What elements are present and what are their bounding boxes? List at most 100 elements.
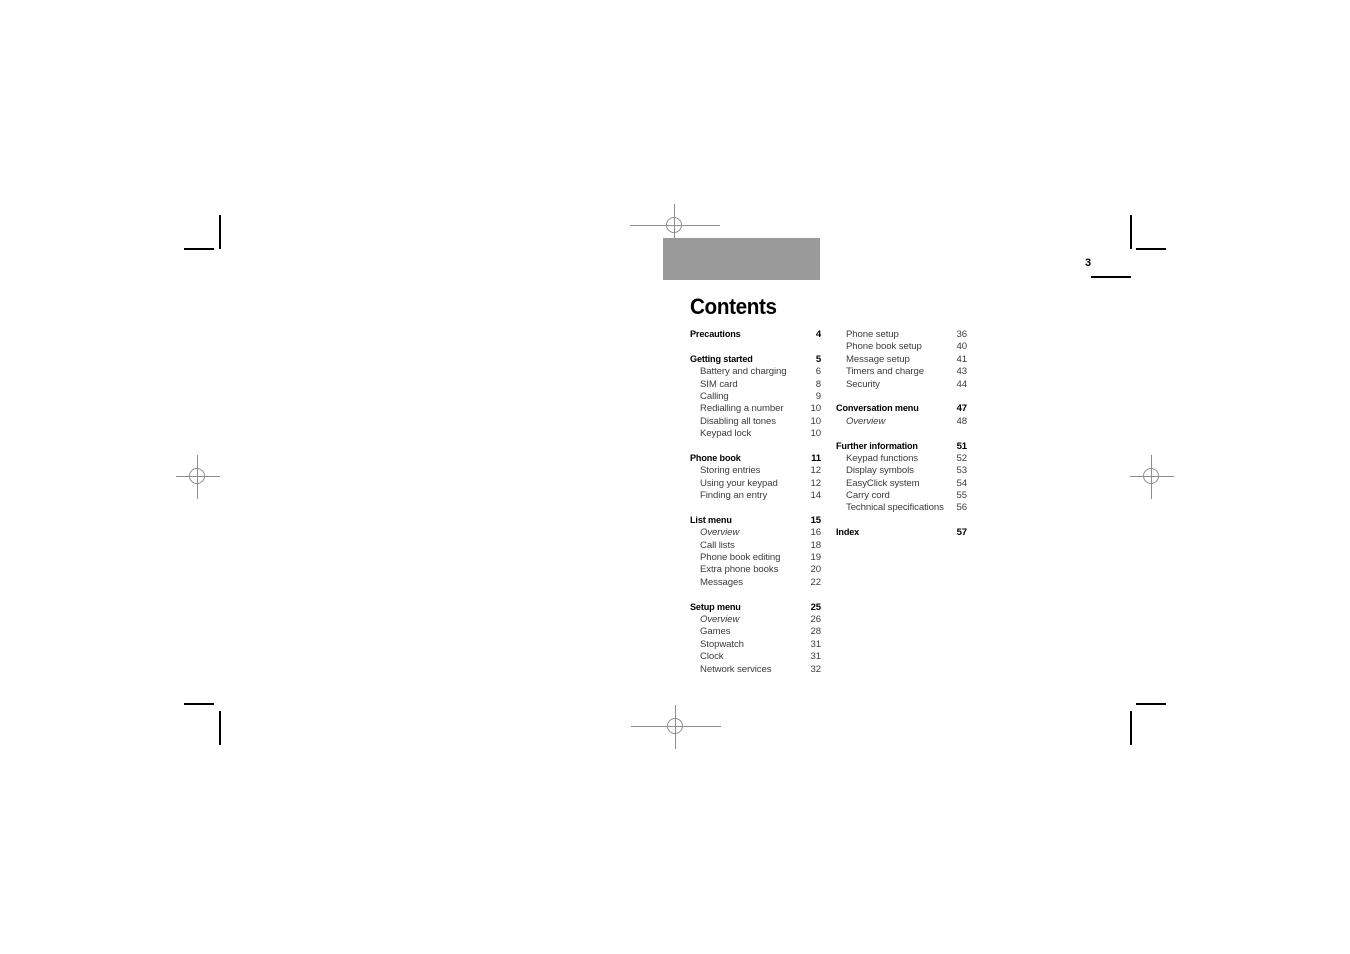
toc-entry-label: Redialling a number	[700, 403, 784, 415]
toc-entry-page-number: 31	[810, 638, 822, 650]
crop-mark-bottom-left-horizontal	[184, 703, 214, 705]
toc-entry-label: Message setup	[846, 353, 910, 365]
crop-mark-top-right-horizontal	[1136, 248, 1166, 250]
crop-mark-top-left-vertical	[219, 215, 221, 249]
toc-column-left: Precautions 4 Getting started 5 Battery and …	[690, 329, 821, 676]
toc-entry-label: Overview	[846, 415, 886, 427]
toc-spacer	[690, 441, 821, 453]
toc-entry-page-number: 53	[956, 465, 968, 477]
toc-entry-page-number: 51	[956, 440, 968, 452]
toc-sub-entry[interactable]: Timers and charge 43	[836, 366, 967, 378]
toc-entry-label: Phone book	[690, 452, 741, 464]
toc-sub-entry[interactable]: Clock 31	[690, 651, 821, 663]
toc-sub-entry[interactable]: Overview 26	[690, 614, 821, 626]
toc-sub-entry[interactable]: Message setup 41	[836, 354, 967, 366]
toc-sub-entry[interactable]: Stopwatch 31	[690, 639, 821, 651]
toc-sub-entry[interactable]: Keypad lock 10	[690, 428, 821, 440]
toc-section-entry[interactable]: List menu 15	[690, 515, 821, 527]
toc-entry-label: Phone setup	[846, 329, 899, 340]
toc-sub-entry[interactable]: Calling 9	[690, 391, 821, 403]
toc-entry-page-number: 41	[956, 353, 968, 365]
toc-section-entry[interactable]: Getting started 5	[690, 354, 821, 366]
toc-spacer	[836, 391, 967, 403]
toc-entry-page-number: 25	[810, 601, 822, 613]
toc-entry-page-number: 12	[810, 465, 822, 477]
toc-sub-entry[interactable]: Finding an entry 14	[690, 490, 821, 502]
toc-section-entry[interactable]: Index 57	[836, 527, 967, 539]
toc-entry-label: Conversation menu	[836, 403, 919, 415]
toc-sub-entry[interactable]: Battery and charging 6	[690, 366, 821, 378]
toc-entry-label: Calling	[700, 390, 729, 402]
toc-sub-entry[interactable]: Phone setup 36	[836, 329, 967, 341]
toc-sub-entry[interactable]: EasyClick system 54	[836, 478, 967, 490]
toc-entry-page-number: 10	[810, 428, 822, 440]
crop-mark-bottom-right-horizontal	[1136, 703, 1166, 705]
toc-sub-entry[interactable]: Overview 16	[690, 527, 821, 539]
toc-entry-label: Further information	[836, 440, 918, 452]
toc-entry-page-number: 8	[815, 378, 821, 390]
toc-entry-page-number: 32	[810, 663, 822, 675]
toc-sub-entry[interactable]: Phone book setup 40	[836, 341, 967, 353]
toc-sub-entry[interactable]: Call lists 18	[690, 540, 821, 552]
toc-entry-label: SIM card	[700, 378, 738, 390]
page-number: 3	[1085, 257, 1091, 269]
toc-entry-label: Phone book editing	[700, 552, 781, 564]
toc-entry-label: EasyClick system	[846, 477, 920, 489]
toc-sub-entry[interactable]: SIM card 8	[690, 379, 821, 391]
toc-entry-page-number: 56	[956, 502, 968, 514]
toc-sub-entry[interactable]: Extra phone books 20	[690, 564, 821, 576]
page-title: Contents	[690, 294, 777, 319]
toc-entry-page-number: 26	[810, 613, 822, 625]
toc-entry-label: Security	[846, 378, 880, 390]
toc-sub-entry[interactable]: Disabling all tones 10	[690, 416, 821, 428]
toc-entry-label: Extra phone books	[700, 564, 779, 576]
toc-section-entry[interactable]: Precautions 4	[690, 329, 821, 341]
toc-sub-entry[interactable]: Phone book editing 19	[690, 552, 821, 564]
toc-entry-label: Phone book setup	[846, 341, 922, 353]
toc-sub-entry[interactable]: Display symbols 53	[836, 465, 967, 477]
toc-sub-entry[interactable]: Keypad functions 52	[836, 453, 967, 465]
toc-sub-entry[interactable]: Using your keypad 12	[690, 478, 821, 490]
toc-sub-entry[interactable]: Security 44	[836, 379, 967, 391]
toc-section-entry[interactable]: Phone book 11	[690, 453, 821, 465]
toc-sub-entry[interactable]: Technical specifications 56	[836, 502, 967, 514]
toc-entry-page-number: 6	[815, 366, 821, 378]
toc-sub-entry[interactable]: Network services 32	[690, 664, 821, 676]
crop-mark-top-right-vertical	[1130, 215, 1132, 249]
toc-entry-page-number: 52	[956, 452, 968, 464]
toc-entry-label: Getting started	[690, 353, 753, 365]
toc-entry-label: List menu	[690, 514, 732, 526]
toc-section-entry[interactable]: Setup menu 25	[690, 602, 821, 614]
toc-entry-page-number: 4	[815, 329, 821, 340]
toc-entry-page-number: 28	[810, 626, 822, 638]
toc-sub-entry[interactable]: Redialling a number 10	[690, 403, 821, 415]
crop-mark-bottom-right-vertical	[1130, 711, 1132, 745]
toc-section-entry[interactable]: Further information 51	[836, 441, 967, 453]
registration-mark-right-center	[1130, 455, 1174, 499]
toc-spacer	[690, 502, 821, 514]
toc-entry-page-number: 10	[810, 415, 822, 427]
toc-section-entry[interactable]: Conversation menu 47	[836, 403, 967, 415]
toc-entry-page-number: 9	[815, 390, 821, 402]
toc-entry-page-number: 57	[956, 527, 968, 539]
toc-entry-label: Keypad functions	[846, 452, 919, 464]
toc-entry-label: Disabling all tones	[700, 415, 776, 427]
toc-entry-page-number: 12	[810, 477, 822, 489]
toc-entry-page-number: 19	[810, 552, 822, 564]
toc-entry-label: Network services	[700, 663, 772, 675]
toc-spacer	[836, 428, 967, 440]
toc-sub-entry[interactable]: Overview 48	[836, 416, 967, 428]
toc-entry-label: Precautions	[690, 329, 741, 340]
registration-ring	[1143, 468, 1159, 484]
registration-mark-left-center	[176, 455, 220, 499]
toc-sub-entry[interactable]: Games 28	[690, 626, 821, 638]
toc-sub-entry[interactable]: Storing entries 12	[690, 465, 821, 477]
toc-entry-page-number: 22	[810, 576, 822, 588]
toc-sub-entry[interactable]: Messages 22	[690, 577, 821, 589]
toc-entry-page-number: 10	[810, 403, 822, 415]
toc-sub-entry[interactable]: Carry cord 55	[836, 490, 967, 502]
toc-entry-page-number: 11	[811, 452, 821, 464]
toc-entry-label: Messages	[700, 576, 743, 588]
toc-entry-page-number: 18	[810, 539, 822, 551]
page-number-rule	[1091, 276, 1131, 278]
